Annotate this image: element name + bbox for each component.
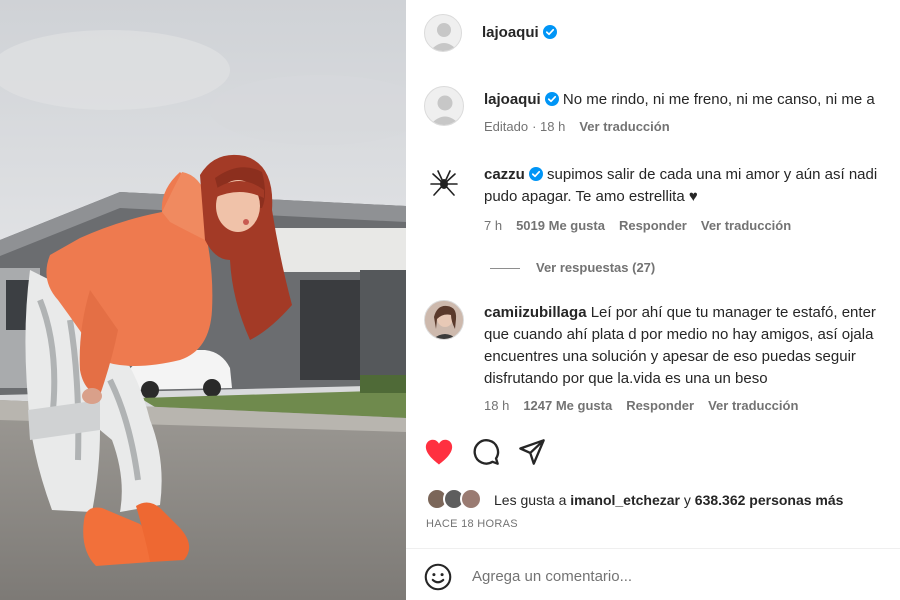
likes-count[interactable]: 638.362 personas más: [695, 492, 844, 508]
view-replies-label[interactable]: Ver respuestas (27): [536, 260, 655, 275]
reply-button[interactable]: Responder: [619, 218, 687, 233]
comment-text: cazzu supimos salir de cada una mi amor …: [484, 164, 900, 208]
reply-button[interactable]: Responder: [626, 398, 694, 413]
comment-time: 7 h: [484, 218, 503, 233]
comment-time: 18 h: [484, 398, 510, 413]
caption-username[interactable]: lajoaqui: [484, 91, 541, 108]
emoji-icon: [424, 563, 452, 591]
post-image: [0, 0, 406, 600]
comment-meta: 7 h 5019 Me gusta Responder Ver traducción: [484, 218, 805, 233]
comment-username[interactable]: cazzu: [484, 166, 525, 183]
caption-time: · 18 h: [532, 119, 566, 134]
comment-avatar[interactable]: [424, 300, 464, 340]
liker-avatar: [460, 488, 482, 510]
action-bar: [406, 432, 900, 476]
caption-meta: Editado · 18 h Ver traducción: [484, 119, 684, 134]
liker-avatars: [426, 486, 488, 512]
share-icon: [519, 439, 545, 465]
comment-avatar[interactable]: [424, 164, 464, 204]
comment-icon: [473, 439, 500, 465]
heart-filled-icon: [425, 439, 453, 465]
comment-username[interactable]: camiizubillaga: [484, 304, 587, 321]
header-avatar[interactable]: [424, 14, 462, 52]
likes-prefix: Les gusta a: [494, 492, 571, 508]
default-avatar-icon: [430, 95, 460, 125]
comment-button[interactable]: [472, 438, 500, 471]
comment-composer: [406, 548, 900, 600]
comments-list[interactable]: lajoaqui No me rindo, ni me freno, ni me…: [406, 66, 900, 430]
verified-badge-icon: [528, 167, 543, 181]
comment-line: encuentres una solución y apesar de eso …: [484, 348, 856, 365]
caption-text: lajoaqui No me rindo, ni me freno, ni me…: [484, 89, 900, 111]
comment-line: que cuando ahí plata d por medio no hay …: [484, 326, 874, 343]
caption-line: No me rindo, ni me freno, ni me canso, n…: [562, 91, 875, 108]
comment-line: disfrutando por que la.vida es una un be…: [484, 370, 768, 387]
share-button[interactable]: [518, 438, 546, 471]
comment-likes[interactable]: 1247 Me gusta: [523, 398, 612, 413]
caption: lajoaqui No me rindo, ni me freno, ni me…: [406, 86, 900, 146]
replies-divider: [490, 268, 520, 270]
likes-text: Les gusta a imanol_etchezar y 638.362 pe…: [494, 492, 843, 508]
comment-item: camiizubillaga Leí por ahí que tu manage…: [406, 300, 900, 430]
post-header: lajoaqui: [406, 0, 900, 66]
spider-icon: [430, 170, 458, 196]
view-replies-button[interactable]: Ver respuestas (27): [490, 260, 655, 275]
header-username[interactable]: lajoaqui: [482, 24, 557, 41]
translate-link[interactable]: Ver traducción: [701, 218, 791, 233]
comment-line: supimos salir de cada una mi amor y aún …: [547, 166, 878, 183]
comment-text: camiizubillaga Leí por ahí que tu manage…: [484, 302, 900, 390]
post-photo[interactable]: [0, 0, 406, 600]
comment-line: pudo apagar. Te amo estrellita ♥: [484, 188, 698, 205]
translate-link[interactable]: Ver traducción: [708, 398, 798, 413]
liker-username[interactable]: imanol_etchezar: [570, 492, 680, 508]
translate-link[interactable]: Ver traducción: [579, 119, 669, 134]
verified-badge-icon: [542, 25, 557, 39]
like-button[interactable]: [424, 438, 454, 471]
comment-line: Leí por ahí que tu manager te estafó, en…: [590, 304, 876, 321]
comment-likes[interactable]: 5019 Me gusta: [516, 218, 605, 233]
comment-meta: 18 h 1247 Me gusta Responder Ver traducción: [484, 398, 812, 413]
verified-badge-icon: [544, 92, 559, 106]
caption-avatar[interactable]: [424, 86, 464, 126]
post-time[interactable]: HACE 18 HORAS: [426, 518, 518, 530]
comment-input[interactable]: [472, 563, 882, 589]
post-sidebar: lajoaqui lajoaqui No me rindo, ni me fre…: [406, 0, 900, 600]
edited-label: Editado: [484, 119, 529, 134]
default-avatar-icon: [430, 23, 458, 51]
user-photo-avatar: [425, 301, 463, 339]
emoji-button[interactable]: [424, 563, 452, 596]
likes-conjunction: y: [680, 492, 695, 508]
